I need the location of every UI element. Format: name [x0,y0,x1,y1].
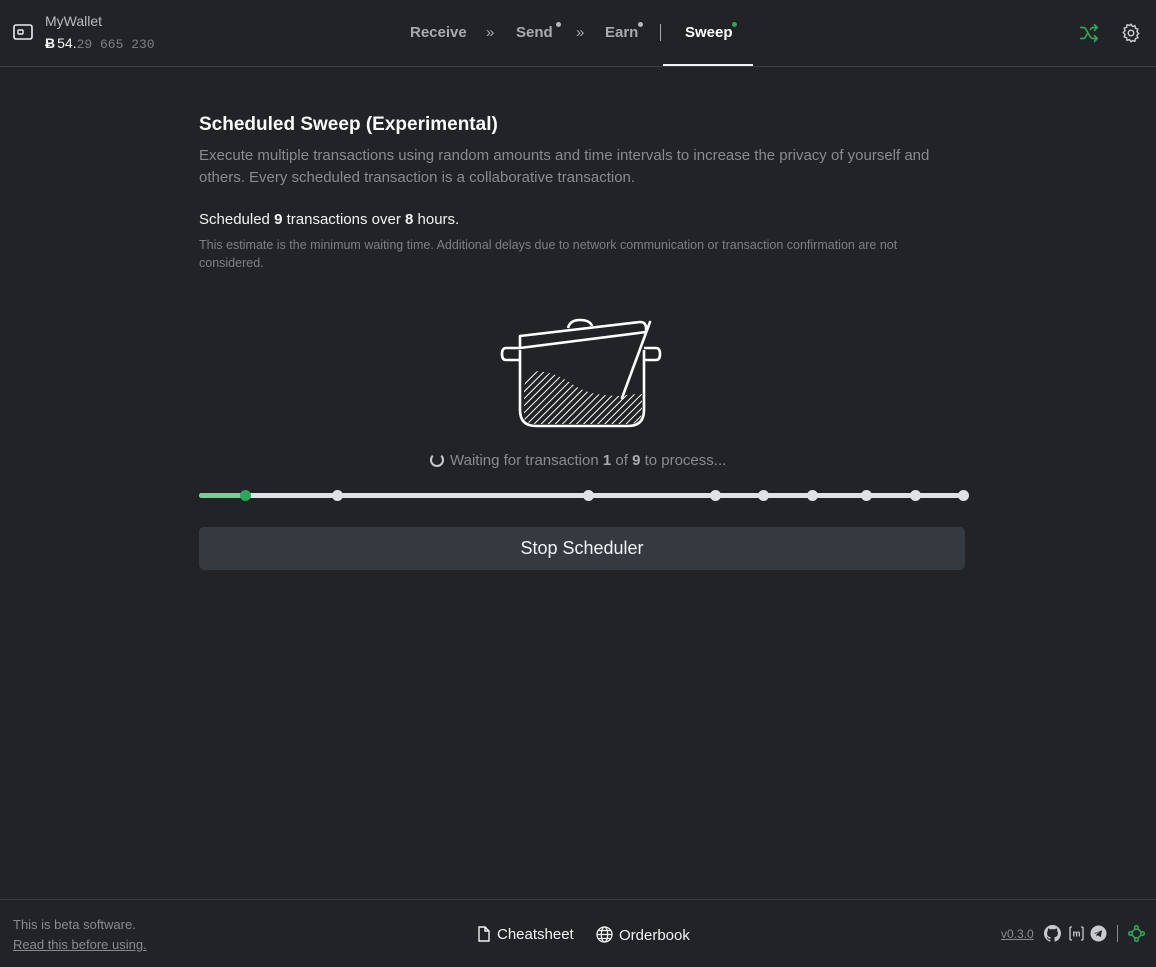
progress-step [861,490,872,501]
network-icon[interactable] [1128,925,1145,942]
nav-receive[interactable]: Receive [410,24,467,41]
status-current: 1 [602,452,612,469]
page-title: Scheduled Sweep (Experimental) [199,114,498,135]
status-of: of [615,452,628,469]
summary-prefix: Scheduled [199,211,270,228]
settings-gear-icon[interactable] [1120,22,1142,44]
send-status-dot [556,22,561,27]
app-header: MyWallet Ƀ 54.29 665 230 Receive » Send »… [0,0,1156,67]
status-prefix: Waiting for transaction [450,452,599,469]
schedule-summary: Scheduled 9 transactions over 8 hours. [199,211,459,228]
matrix-icon[interactable]: m [1068,925,1085,942]
nav-earn[interactable]: Earn [605,24,638,41]
sweep-status-dot [732,22,737,27]
summary-suffix: hours. [417,211,460,228]
balance-integer: 54. [57,35,77,51]
telegram-icon[interactable] [1090,925,1107,942]
processing-status: Waiting for transaction 1 of 9 to proces… [430,452,726,469]
wallet-icon[interactable] [13,23,33,41]
nav-divider [660,24,661,41]
github-icon[interactable] [1044,925,1061,942]
nav-separator: » [486,24,495,41]
globe-icon [596,926,613,943]
shuffle-icon[interactable] [1078,22,1100,44]
earn-status-dot [638,22,643,27]
summary-tx-count: 9 [274,211,283,228]
status-total: 9 [632,452,641,469]
progress-track [199,493,965,498]
stop-scheduler-button[interactable]: Stop Scheduler [199,527,965,570]
summary-middle: transactions over [286,211,401,228]
status-suffix: to process... [644,452,727,469]
app-footer [0,899,1156,967]
active-tab-indicator [663,64,753,66]
beta-notice: This is beta software. [13,917,136,932]
progress-step [958,490,969,501]
wallet-name[interactable]: MyWallet [45,13,102,29]
progress-step-current [240,490,251,501]
version-link[interactable]: v0.3.0 [1001,927,1034,941]
page-description: Execute multiple transactions using rand… [199,147,930,186]
btc-symbol: Ƀ [45,35,56,51]
progress-step [583,490,594,501]
cheatsheet-label: Cheatsheet [497,926,574,943]
nav-sweep[interactable]: Sweep [685,24,733,41]
orderbook-label: Orderbook [619,927,690,944]
wallet-balance: Ƀ 54.29 665 230 [45,35,155,52]
progress-step [807,490,818,501]
loading-spinner-icon [430,453,444,467]
progress-step [710,490,721,501]
summary-hours: 8 [405,211,414,228]
cheatsheet-link[interactable]: Cheatsheet [477,926,574,943]
svg-text:m: m [1072,929,1080,939]
nav-send[interactable]: Send [516,24,553,41]
progress-step [758,490,769,501]
beta-info-link[interactable]: Read this before using. [13,937,147,952]
progress-fill [199,493,245,498]
orderbook-link[interactable]: Orderbook [596,926,690,944]
cooking-pot-illustration [500,318,662,428]
progress-step [332,490,343,501]
file-icon [478,926,490,942]
nav-separator: » [576,24,585,41]
progress-step [910,490,921,501]
balance-fraction: 29 665 230 [76,37,155,52]
estimate-note: This estimate is the minimum waiting tim… [199,238,898,270]
footer-divider [1117,925,1118,942]
